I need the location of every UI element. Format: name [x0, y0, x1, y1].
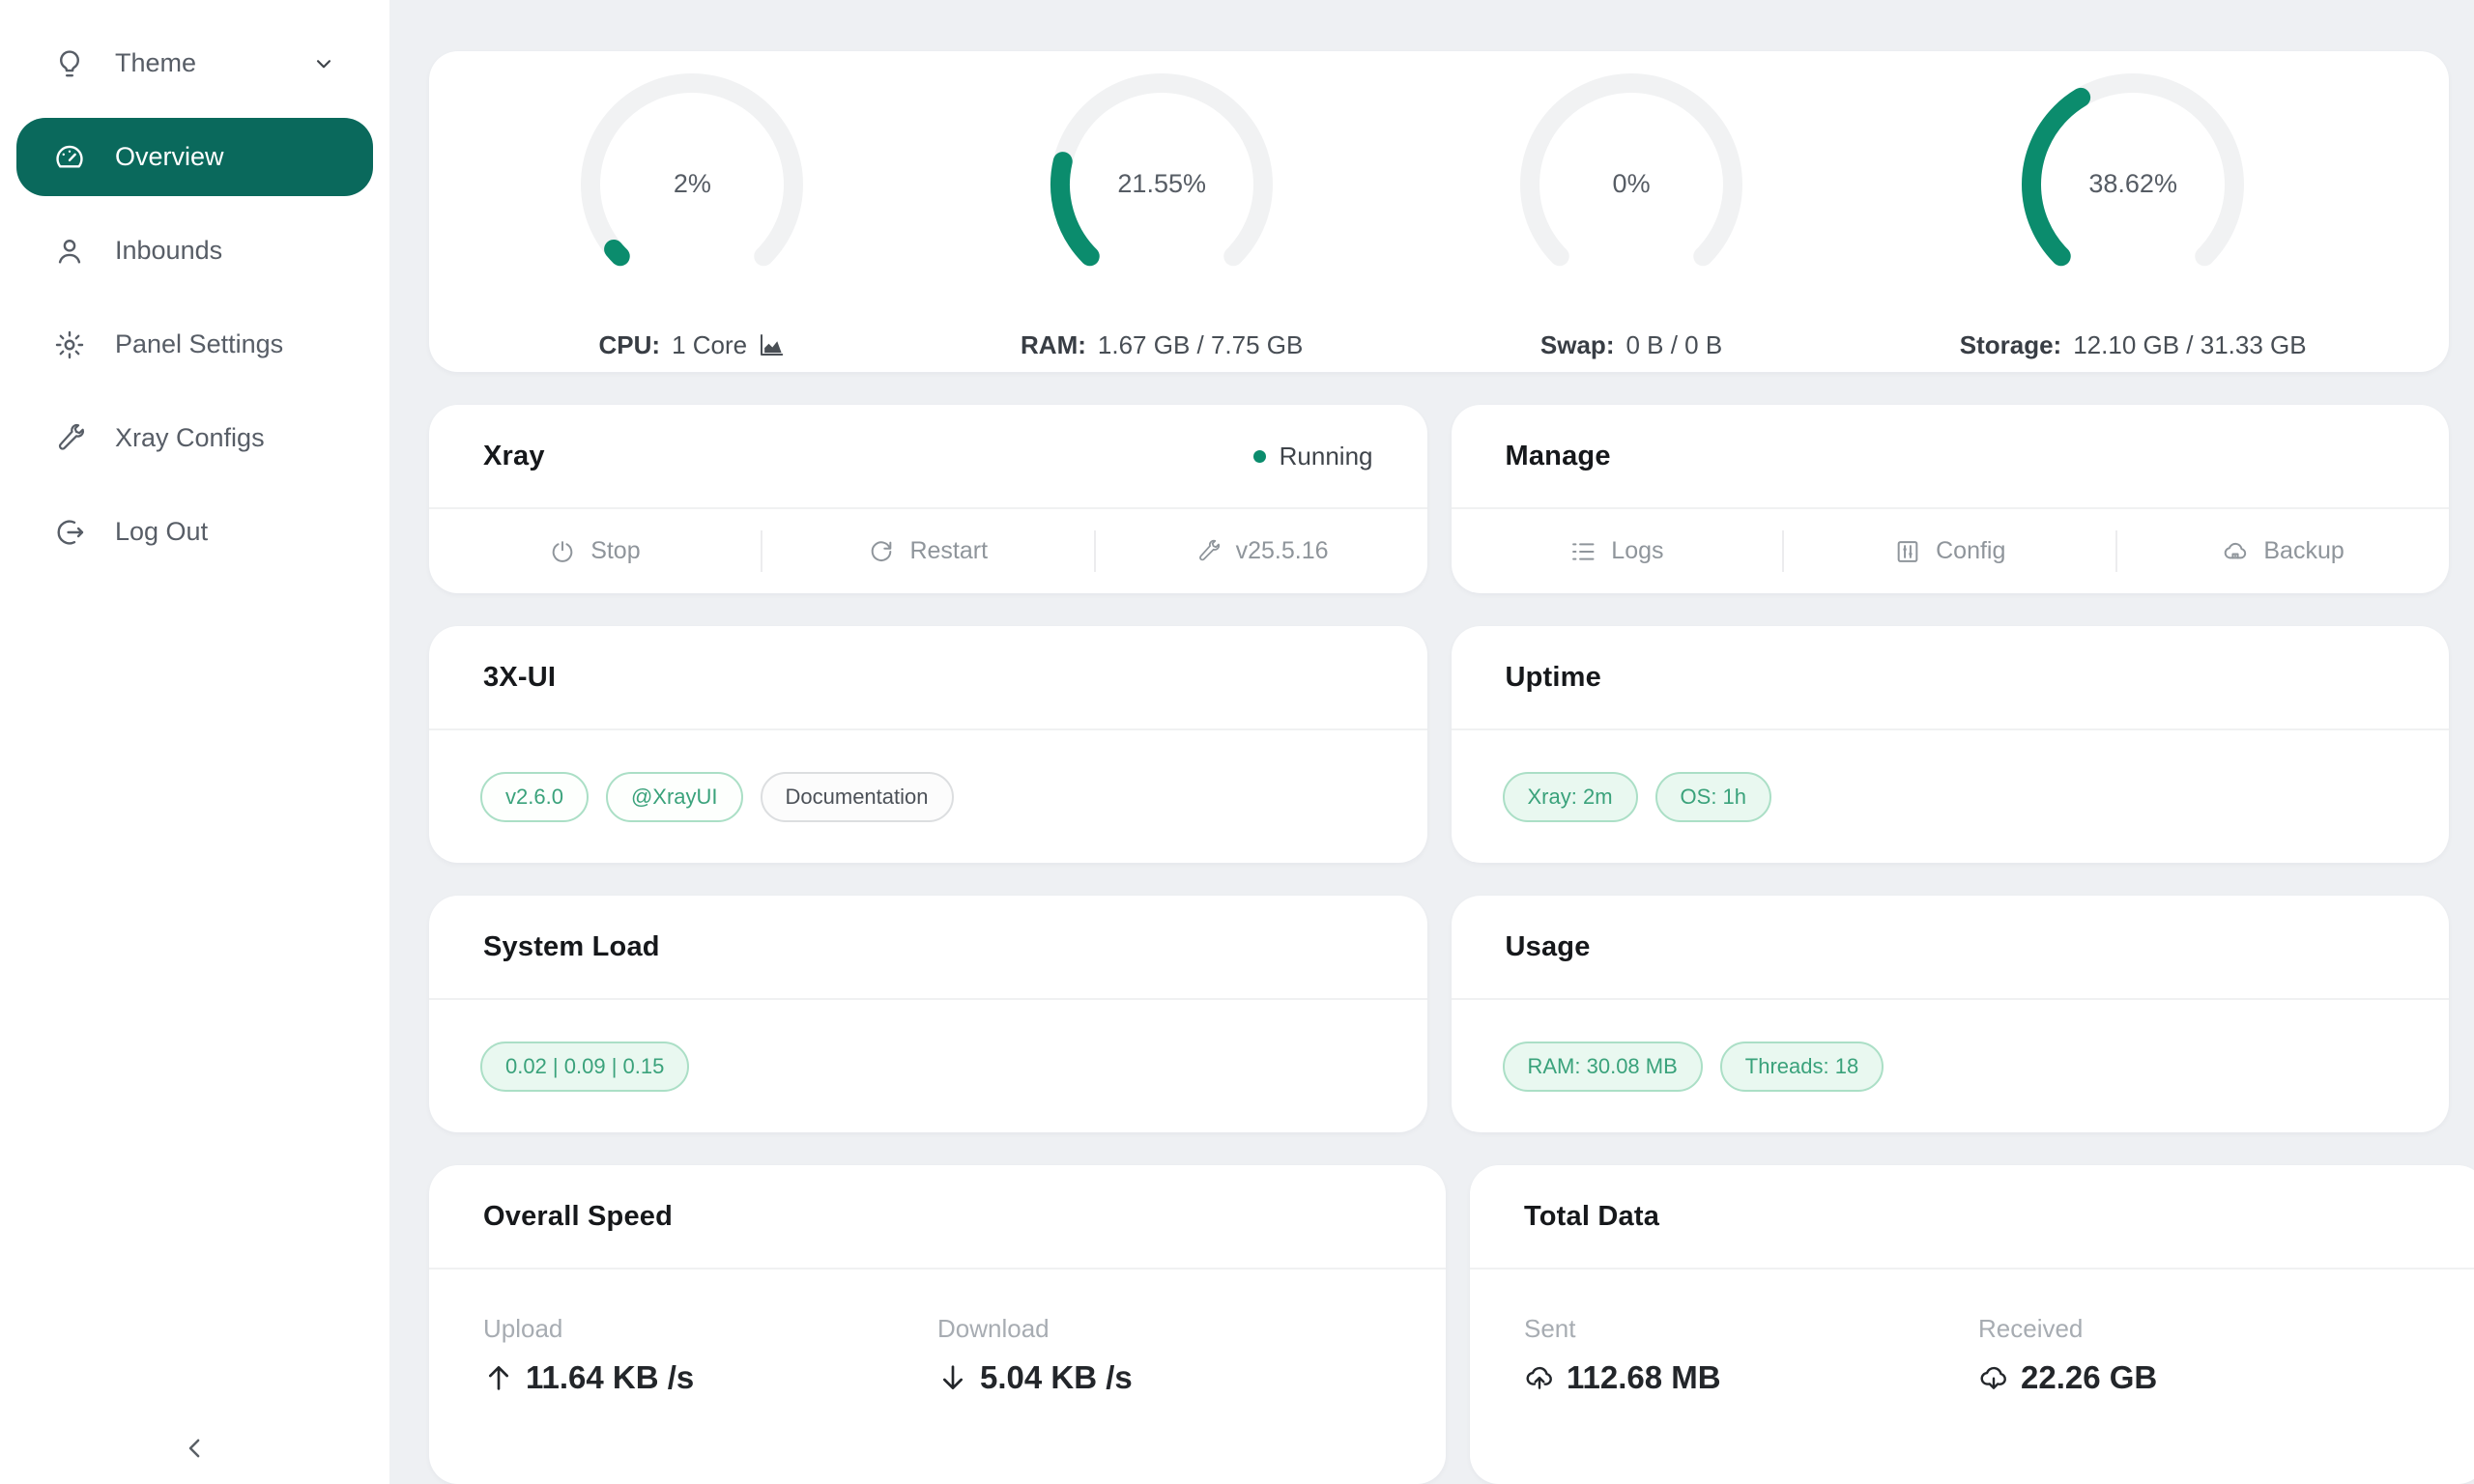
sidebar-item-label: Xray Configs [115, 423, 265, 453]
cpu-label: CPU:1 Core [599, 330, 787, 360]
xray-card-title: Xray [483, 441, 545, 472]
sidebar-item-theme[interactable]: Theme [16, 24, 373, 102]
gear-icon [53, 328, 86, 361]
power-icon [549, 538, 576, 565]
sidebar-item-label: Theme [115, 48, 196, 78]
storage-percent: 38.62% [2012, 64, 2254, 305]
logs-button[interactable]: Logs [1452, 509, 1783, 593]
sidebar-item-xray-configs[interactable]: Xray Configs [16, 399, 373, 477]
status-label: Running [1280, 442, 1373, 471]
system-load-card: System Load 0.02 | 0.09 | 0.15 [429, 896, 1427, 1132]
system-gauges-card: 2% CPU:1 Core 21.55% [429, 51, 2449, 372]
cpu-gauge: 2% CPU:1 Core [571, 64, 813, 360]
ram-usage-tag: RAM: 30.08 MB [1503, 1042, 1703, 1092]
sidebar-item-overview[interactable]: Overview [16, 118, 373, 196]
xray-status: Running [1253, 442, 1373, 471]
xray-uptime-tag: Xray: 2m [1503, 772, 1638, 822]
main-content: 2% CPU:1 Core 21.55% [389, 0, 2474, 1484]
version-tag[interactable]: v2.6.0 [480, 772, 589, 822]
uptime-card: Uptime Xray: 2m OS: 1h [1452, 626, 2450, 863]
list-icon [1569, 538, 1597, 565]
sidebar-item-label: Log Out [115, 517, 208, 547]
ram-percent: 21.55% [1041, 64, 1282, 305]
storage-label: Storage:12.10 GB / 31.33 GB [1960, 330, 2307, 360]
system-load-card-title: System Load [483, 931, 660, 963]
xray-version-button[interactable]: v25.5.16 [1096, 509, 1427, 593]
threexui-card: 3X-UI v2.6.0 @XrayUI Documentation [429, 626, 1427, 863]
manage-card: Manage Logs Config [1452, 405, 2450, 593]
cloud-upload-icon [1524, 1362, 1555, 1393]
config-button[interactable]: Config [1784, 509, 2115, 593]
total-data-card-title: Total Data [1524, 1201, 1659, 1233]
os-uptime-tag: OS: 1h [1655, 772, 1771, 822]
xray-card: Xray Running Stop Res [429, 405, 1427, 593]
cpu-percent: 2% [571, 64, 813, 305]
swap-gauge: 0% Swap:0 B / 0 B [1510, 64, 1752, 360]
threexui-card-title: 3X-UI [483, 662, 556, 694]
logout-icon [53, 516, 86, 549]
usage-card: Usage RAM: 30.08 MB Threads: 18 [1452, 896, 2450, 1132]
sidebar-item-log-out[interactable]: Log Out [16, 493, 373, 571]
arrow-up-icon [483, 1362, 514, 1393]
xray-restart-button[interactable]: Restart [762, 509, 1094, 593]
documentation-tag[interactable]: Documentation [761, 772, 954, 822]
wrench-icon [53, 422, 86, 455]
sidebar-item-panel-settings[interactable]: Panel Settings [16, 305, 373, 384]
dashboard-icon [53, 141, 86, 174]
status-dot [1253, 450, 1266, 463]
bulb-icon [53, 47, 86, 80]
sidebar: Theme Overview Inbounds [0, 0, 389, 1484]
wrench-icon [1194, 538, 1222, 565]
sidebar-item-label: Overview [115, 142, 224, 172]
sidebar-item-label: Panel Settings [115, 329, 283, 359]
overall-speed-card: Overall Speed Upload 11.64 KB /s Downloa… [429, 1165, 1446, 1484]
upload-speed-stat: Upload 11.64 KB /s [483, 1314, 937, 1396]
threads-tag: Threads: 18 [1720, 1042, 1884, 1092]
download-speed-stat: Download 5.04 KB /s [937, 1314, 1392, 1396]
cloud-download-icon [1978, 1362, 2009, 1393]
cloud-backup-icon [2222, 538, 2249, 565]
manage-card-title: Manage [1506, 441, 1611, 472]
total-data-card: Total Data Sent 112.68 MB Received [1470, 1165, 2474, 1484]
storage-gauge: 38.62% Storage:12.10 GB / 31.33 GB [1960, 64, 2307, 360]
sliders-icon [1894, 538, 1921, 565]
sidebar-item-inbounds[interactable]: Inbounds [16, 212, 373, 290]
swap-percent: 0% [1510, 64, 1752, 305]
arrow-down-icon [937, 1362, 968, 1393]
sidebar-collapse-button[interactable] [0, 1420, 389, 1476]
received-data-stat: Received 22.26 GB [1978, 1314, 2432, 1396]
telegram-tag[interactable]: @XrayUI [606, 772, 743, 822]
load-average-tag: 0.02 | 0.09 | 0.15 [480, 1042, 689, 1092]
usage-card-title: Usage [1506, 931, 1591, 963]
swap-label: Swap:0 B / 0 B [1540, 330, 1722, 360]
sidebar-item-label: Inbounds [115, 236, 222, 266]
xray-stop-button[interactable]: Stop [429, 509, 761, 593]
refresh-icon [868, 538, 895, 565]
user-icon [53, 235, 86, 268]
area-chart-icon[interactable] [757, 330, 786, 359]
ram-label: RAM:1.67 GB / 7.75 GB [1021, 330, 1303, 360]
ram-gauge: 21.55% RAM:1.67 GB / 7.75 GB [1021, 64, 1303, 360]
sidebar-menu: Theme Overview Inbounds [0, 0, 389, 571]
backup-button[interactable]: Backup [2117, 509, 2449, 593]
sent-data-stat: Sent 112.68 MB [1524, 1314, 1978, 1396]
uptime-card-title: Uptime [1506, 662, 1602, 694]
overall-speed-card-title: Overall Speed [483, 1201, 673, 1233]
chevron-down-icon [311, 51, 336, 76]
chevron-left-icon [181, 1434, 210, 1463]
